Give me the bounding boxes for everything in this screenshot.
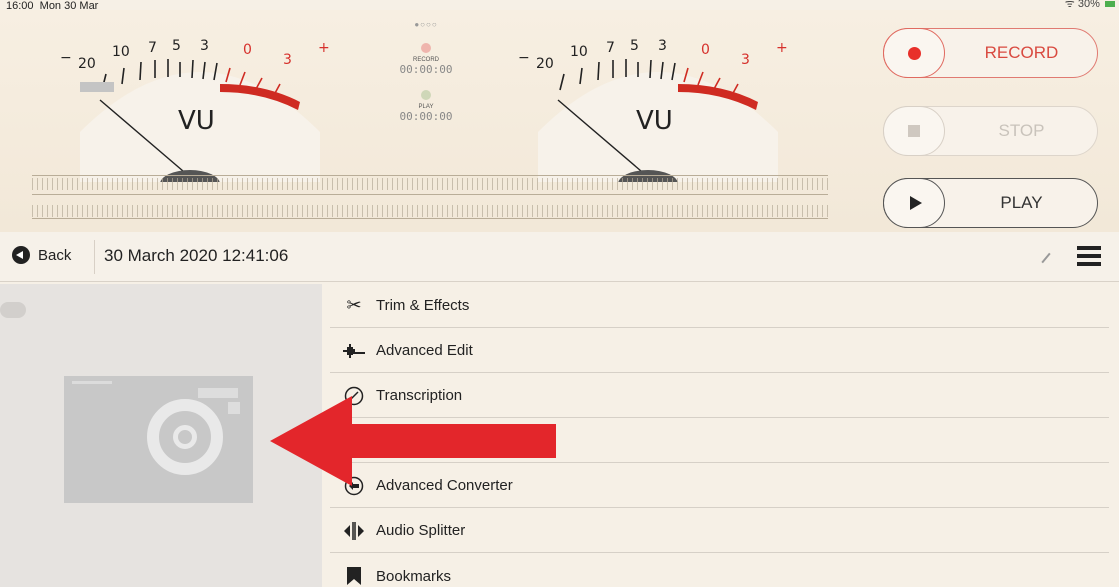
record-button-label: RECORD xyxy=(984,43,1059,62)
page-dots[interactable]: ●○○○ xyxy=(386,20,466,29)
vu-right-tick-0: 0 xyxy=(701,42,710,58)
menu-item-audio-splitter[interactable]: Audio Splitter xyxy=(330,509,1109,553)
vu-left-tick-5: 5 xyxy=(172,38,181,54)
record-light xyxy=(421,43,431,53)
vu-left-tick-plus3: 3 xyxy=(283,52,292,68)
vu-left-tick-0: 0 xyxy=(243,42,252,58)
stop-button-circle[interactable] xyxy=(883,106,945,156)
recorder-panel: − 20 10 7 5 3 0 3 + VU ●○○○ RECORD 00:00… xyxy=(0,10,1119,232)
menu-item-advanced-edit[interactable]: Advanced Edit xyxy=(330,329,1109,373)
camera-top-part xyxy=(80,82,114,92)
menu-item-label: Advanced Edit xyxy=(376,342,473,359)
play-triangle-icon xyxy=(909,196,922,210)
vu-right-tick-10: 10 xyxy=(570,44,588,60)
vu-left-tick-10: 10 xyxy=(112,44,130,60)
scissors-icon: ✂ xyxy=(346,295,362,315)
waveform-icon xyxy=(342,340,366,362)
menu-item-label: Bookmarks xyxy=(376,567,452,585)
nav-divider xyxy=(94,240,95,274)
list-icon-bar xyxy=(1077,254,1101,258)
play-light xyxy=(421,90,431,100)
record-button[interactable]: RECORD xyxy=(883,28,1098,78)
record-button-circle[interactable] xyxy=(883,28,945,78)
thumbnail-toggle[interactable] xyxy=(0,302,26,318)
play-button[interactable]: PLAY xyxy=(883,178,1098,228)
stop-button[interactable]: STOP xyxy=(883,106,1098,156)
timeline-line-middle xyxy=(32,194,828,195)
menu-item-label: Audio Splitter xyxy=(376,522,466,539)
vu-left-tick-minus: − xyxy=(60,50,72,66)
list-icon-bar xyxy=(1077,262,1101,266)
wifi-icon: ᯤ xyxy=(1064,0,1075,10)
red-arrow-annotation xyxy=(270,396,556,486)
menu-item-label: Trim & Effects xyxy=(376,297,470,314)
menu-item-trim-effects[interactable]: ✂ Trim & Effects xyxy=(330,284,1109,328)
timeline-scale-upper xyxy=(32,178,828,190)
status-indicators-center: ●○○○ RECORD 00:00:00 PLAY 00:00:00 xyxy=(386,20,466,123)
vu-right-tick-5: 5 xyxy=(630,38,639,54)
camera-stripe xyxy=(72,381,112,384)
record-dot-icon xyxy=(907,46,921,60)
edit-pencil-icon[interactable] xyxy=(1041,252,1051,264)
vu-right-tick-20: 20 xyxy=(536,56,554,72)
camera-flash-small xyxy=(228,402,240,414)
play-button-circle[interactable] xyxy=(883,178,945,228)
stop-square-icon xyxy=(908,125,920,137)
vu-meter-right: − 20 10 7 5 3 0 3 + VU xyxy=(518,32,803,182)
timeline-line-bottom xyxy=(32,218,828,219)
vu-right-tick-3: 3 xyxy=(658,38,667,54)
play-button-label: PLAY xyxy=(1000,193,1043,212)
back-button-label: Back xyxy=(38,246,72,264)
stop-button-label: STOP xyxy=(998,121,1045,140)
bookmark-icon xyxy=(342,565,366,587)
menu-item-bookmarks[interactable]: Bookmarks xyxy=(330,554,1109,587)
camera-lens-inner xyxy=(173,425,197,449)
list-icon-bar xyxy=(1077,246,1101,250)
recording-title: 30 March 2020 12:41:06 xyxy=(104,246,289,265)
vu-right-label: VU xyxy=(636,106,673,136)
vu-right-tick-7: 7 xyxy=(606,40,615,56)
timeline-line-top xyxy=(32,175,828,176)
camera-flash xyxy=(198,388,238,398)
navigation-bar: Back 30 March 2020 12:41:06 xyxy=(0,232,1119,282)
vu-right-tick-plus3: 3 xyxy=(741,52,750,68)
splitter-icon xyxy=(342,520,366,542)
battery-icon xyxy=(1105,1,1115,8)
vu-left-tick-20: 20 xyxy=(78,56,96,72)
back-arrow-icon xyxy=(12,246,30,264)
vu-left-tick-7: 7 xyxy=(148,40,157,56)
timeline-scale-lower xyxy=(32,205,828,217)
list-icon[interactable] xyxy=(1077,246,1101,266)
vu-right-tick-minus: − xyxy=(518,50,530,66)
vu-right-tick-plus: + xyxy=(776,40,788,56)
vu-meter-left: − 20 10 7 5 3 0 3 + VU xyxy=(60,32,345,182)
play-time: 00:00:00 xyxy=(399,110,453,123)
vu-left-label: VU xyxy=(178,106,215,136)
back-button[interactable]: Back xyxy=(12,246,71,264)
vu-left-tick-plus: + xyxy=(318,40,330,56)
battery-percent: 30% xyxy=(1077,0,1100,10)
record-time: 00:00:00 xyxy=(399,63,453,76)
vu-left-tick-3: 3 xyxy=(200,38,209,54)
